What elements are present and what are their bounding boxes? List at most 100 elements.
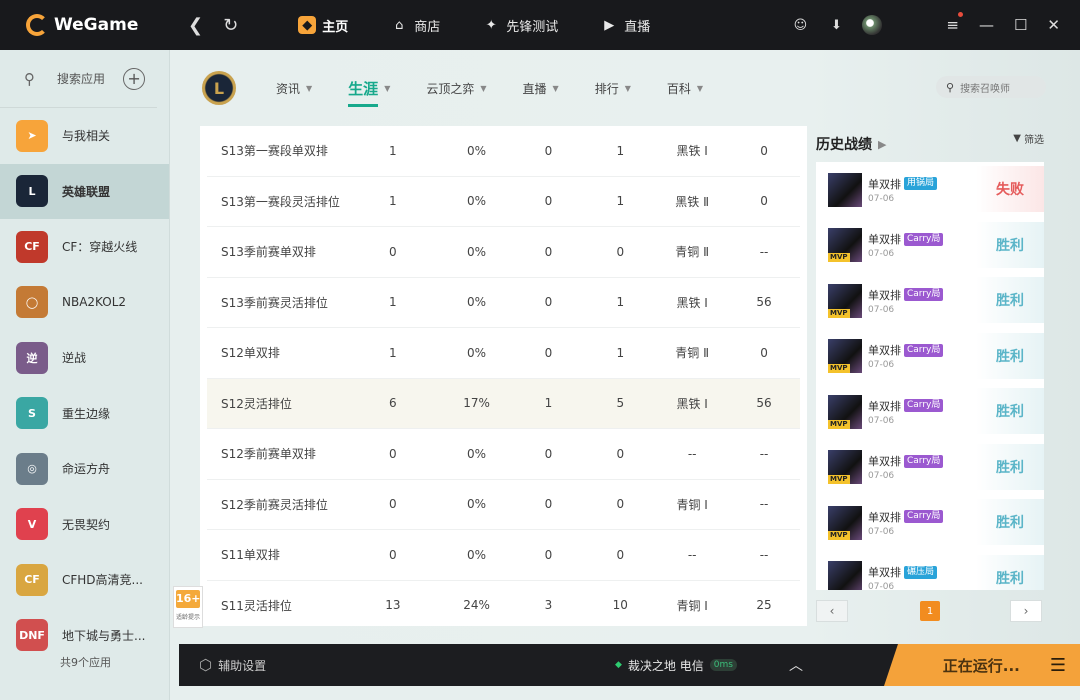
table-cell: 0% xyxy=(467,497,487,512)
minimize-icon[interactable]: — xyxy=(979,16,994,34)
match-mode: 单双排 xyxy=(868,510,901,524)
game-icon: L xyxy=(16,175,48,208)
app-search-label[interactable]: 搜索应用 xyxy=(57,70,105,87)
match-item[interactable]: MVP 单双排 Carry局 07-06 胜利 xyxy=(816,495,1044,551)
summoner-search-input[interactable]: ⚲ 搜索召唤师 xyxy=(936,76,1046,98)
chevron-right-icon[interactable]: ▶ xyxy=(878,138,886,151)
sidebar-game-item[interactable]: CF CFHD高清竞... xyxy=(0,552,169,608)
history-controls: ❮ ↻ xyxy=(188,15,238,36)
sidebar-game-item[interactable]: ◎ 命运方舟 xyxy=(0,441,169,497)
prev-page-button[interactable]: ‹ xyxy=(816,600,848,622)
tab-1[interactable]: 生涯 ▼ xyxy=(348,78,390,107)
match-item[interactable]: 单双排 碾压局 07-06 胜利 xyxy=(816,551,1044,590)
tab-2[interactable]: 云顶之弈 ▼ xyxy=(426,80,486,97)
match-tag: Carry局 xyxy=(904,343,944,357)
table-row[interactable]: S12季前赛单双排 0 0% 0 0 -- -- xyxy=(207,429,800,480)
store-icon: ⌂ xyxy=(395,17,404,33)
download-icon[interactable]: ⬇ xyxy=(826,15,846,35)
user-avatar[interactable] xyxy=(862,15,883,35)
maximize-icon[interactable]: ☐ xyxy=(1014,16,1027,34)
nav-store[interactable]: ⌂ 商店 xyxy=(390,16,440,35)
smile-box-icon[interactable]: ☺ xyxy=(790,15,810,35)
history-header[interactable]: 历史战绩 ▶ xyxy=(816,126,1044,162)
assist-settings-button[interactable]: ⬡ 辅助设置 xyxy=(199,656,266,674)
match-mode: 单双排 xyxy=(868,399,901,413)
server-status[interactable]: ◆ 裁决之地 电信 0ms xyxy=(615,657,737,674)
champion-avatar: MVP xyxy=(828,450,862,485)
table-cell: 0 xyxy=(544,295,553,310)
table-cell: 6 xyxy=(389,396,397,411)
table-cell: S12单双排 xyxy=(221,346,280,361)
table-cell: S13季前赛单双排 xyxy=(221,245,316,260)
table-cell: 0 xyxy=(544,194,553,209)
app-count: 共9个应用 xyxy=(60,656,111,669)
chevron-up-icon[interactable]: ︿ xyxy=(789,655,803,675)
table-cell: S11单双排 xyxy=(221,548,280,563)
add-app-button[interactable]: + xyxy=(123,67,146,90)
server-status-icon: ◆ xyxy=(615,660,622,670)
chevron-down-icon: ▼ xyxy=(624,83,631,93)
wegame-logo[interactable]: WeGame xyxy=(26,14,146,36)
table-row[interactable]: S13季前赛灵活排位 1 0% 0 1 黑铁 Ⅰ 56 xyxy=(207,278,800,328)
tab-5[interactable]: 百科 ▼ xyxy=(667,80,703,97)
nav-pioneer-test[interactable]: ✦ 先锋测试 xyxy=(482,16,558,35)
table-cell: 0 xyxy=(760,345,768,360)
table-row[interactable]: S13季前赛单双排 0 0% 0 0 青铜 Ⅱ -- xyxy=(207,227,800,278)
table-cell: 1 xyxy=(616,143,625,158)
sidebar-game-item[interactable]: ➤ 与我相关 xyxy=(0,108,169,164)
sidebar-game-item[interactable]: L 英雄联盟 xyxy=(0,163,169,219)
table-cell: 0 xyxy=(616,497,625,512)
tab-label: 云顶之弈 xyxy=(426,81,475,96)
table-cell: 0 xyxy=(544,143,553,158)
match-tag: Carry局 xyxy=(904,288,944,302)
nav-live[interactable]: ▶ 直播 xyxy=(600,16,650,35)
sidebar-game-item[interactable]: S 重生边缘 xyxy=(0,386,169,442)
app-search[interactable]: ⚲ 搜索应用 + xyxy=(0,50,157,108)
current-page[interactable]: 1 xyxy=(920,601,940,621)
running-button[interactable]: 正在运行... ☰ xyxy=(884,644,1080,686)
table-cell: S11灵活排位 xyxy=(221,598,292,613)
sidebar-game-item[interactable]: V 无畏契约 xyxy=(0,497,169,553)
tab-4[interactable]: 排行 ▼ xyxy=(595,80,631,97)
menu-icon[interactable]: ≡ xyxy=(946,12,963,34)
tab-label: 资讯 xyxy=(276,81,301,96)
close-icon[interactable]: ✕ xyxy=(1047,16,1060,34)
match-item[interactable]: MVP 单双排 Carry局 07-06 胜利 xyxy=(816,384,1044,440)
sidebar-game-item[interactable]: CF CF：穿越火线 xyxy=(0,219,169,275)
table-cell: -- xyxy=(759,497,769,512)
table-row[interactable]: S11灵活排位 13 24% 3 10 青铜 Ⅰ 25 xyxy=(207,581,800,627)
table-row[interactable]: S11单双排 0 0% 0 0 -- -- xyxy=(207,530,800,581)
table-row[interactable]: S13第一赛段单双排 1 0% 0 1 黑铁 Ⅰ 0 xyxy=(207,126,800,177)
table-row[interactable]: S12单双排 1 0% 0 1 青铜 Ⅱ 0 xyxy=(207,328,800,379)
history-title[interactable]: 历史战绩 xyxy=(816,134,872,154)
match-item[interactable]: MVP 单双排 Carry局 07-06 胜利 xyxy=(816,440,1044,496)
refresh-icon[interactable]: ↻ xyxy=(223,15,238,36)
match-item[interactable]: MVP 单双排 Carry局 07-06 胜利 xyxy=(816,273,1044,329)
top-right-area: ☺ ⬇ ≡ — ☐ ✕ xyxy=(790,0,1080,50)
nav-home[interactable]: ◆ 主页 xyxy=(298,16,348,35)
tab-3[interactable]: 直播 ▼ xyxy=(523,80,559,97)
lol-logo[interactable]: L xyxy=(202,71,236,105)
table-row[interactable]: S12灵活排位 6 17% 1 5 黑铁 Ⅰ 56 xyxy=(207,378,800,429)
filter-button[interactable]: ▼ 筛选 xyxy=(1013,131,1044,146)
match-item[interactable]: MVP 单双排 Carry局 07-06 胜利 xyxy=(816,329,1044,385)
match-item[interactable]: 单双排 用锅局 07-06 失败 xyxy=(816,162,1044,218)
game-icon: ◎ xyxy=(16,452,48,485)
champion-avatar: MVP xyxy=(828,394,862,429)
hamburger-menu-icon[interactable]: ☰ xyxy=(1050,655,1066,676)
age-rating: 16+ xyxy=(176,590,201,608)
back-icon[interactable]: ❮ xyxy=(188,15,203,36)
search-icon[interactable]: ⚲ xyxy=(24,70,35,88)
match-item[interactable]: MVP 单双排 Carry局 07-06 胜利 xyxy=(816,218,1044,274)
sidebar-game-item[interactable]: 逆逆战 xyxy=(0,330,169,386)
next-page-button[interactable]: › xyxy=(1010,600,1042,622)
table-row[interactable]: S12季前赛灵活排位 0 0% 0 0 青铜 Ⅰ -- xyxy=(207,480,800,530)
table-cell: 0% xyxy=(467,547,487,562)
match-date: 07-06 xyxy=(868,193,895,204)
sidebar-game-item[interactable]: ◯ NBA2KOL2 xyxy=(0,275,169,331)
mvp-badge: MVP xyxy=(828,253,850,263)
tab-label: 直播 xyxy=(522,81,547,96)
table-row[interactable]: S13第一赛段灵活排位 1 0% 0 1 黑铁 Ⅱ 0 xyxy=(207,177,800,227)
game-name: CFHD高清竞... xyxy=(62,573,143,588)
tab-0[interactable]: 资讯 ▼ xyxy=(276,80,312,97)
